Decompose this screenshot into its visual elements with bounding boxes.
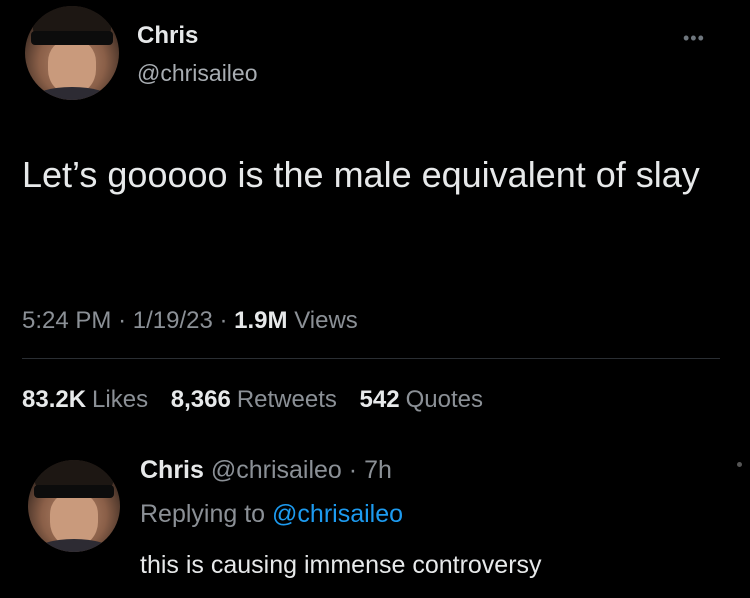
replying-mention[interactable]: @chrisaileo	[272, 500, 403, 528]
views-count: 1.9M	[234, 307, 288, 334]
author-name[interactable]: Chris	[137, 22, 198, 50]
more-options-icon[interactable]: •••	[683, 28, 705, 49]
quotes-label: Quotes	[405, 386, 483, 413]
likes-stat[interactable]: 83.2K Likes	[22, 386, 148, 413]
tweet-stats: 83.2K Likes 8,366 Retweets 542 Quotes	[22, 386, 499, 414]
quotes-count: 542	[359, 386, 400, 413]
avatar-shirt	[37, 539, 111, 552]
retweets-stat[interactable]: 8,366 Retweets	[171, 386, 337, 413]
divider	[22, 358, 720, 359]
reply-age[interactable]: · 7h	[349, 456, 392, 484]
avatar-headband	[33, 484, 115, 498]
reply-author-avatar[interactable]	[28, 460, 120, 552]
author-avatar[interactable]	[25, 6, 119, 100]
reply-header: Chris @chrisaileo · 7h	[140, 456, 392, 485]
meta-separator: ·	[219, 307, 228, 334]
avatar-shirt	[34, 86, 110, 100]
reply-indicator-dot	[737, 462, 742, 467]
tweet-time[interactable]: 5:24 PM	[22, 307, 111, 334]
likes-label: Likes	[92, 386, 149, 413]
retweets-count: 8,366	[170, 386, 231, 413]
reply-text: this is causing immense controversy	[140, 551, 542, 579]
reply-author-name[interactable]: Chris	[140, 456, 204, 484]
reply-author-handle[interactable]: @chrisaileo	[211, 456, 342, 484]
meta-separator: ·	[118, 307, 127, 334]
retweets-label: Retweets	[236, 386, 337, 413]
tweet-text: Let’s gooooo is the male equivalent of s…	[22, 154, 700, 195]
author-handle[interactable]: @chrisaileo	[137, 60, 258, 87]
tweet-date[interactable]: 1/19/23	[133, 307, 213, 334]
quotes-stat[interactable]: 542 Quotes	[360, 386, 483, 413]
views-label: Views	[294, 307, 358, 334]
replying-to: Replying to @chrisaileo	[140, 500, 403, 529]
tweet-meta: 5:24 PM · 1/19/23 · 1.9M Views	[22, 307, 358, 335]
replying-prefix: Replying to	[140, 500, 266, 528]
likes-count: 83.2K	[22, 386, 87, 413]
avatar-headband	[30, 31, 114, 45]
